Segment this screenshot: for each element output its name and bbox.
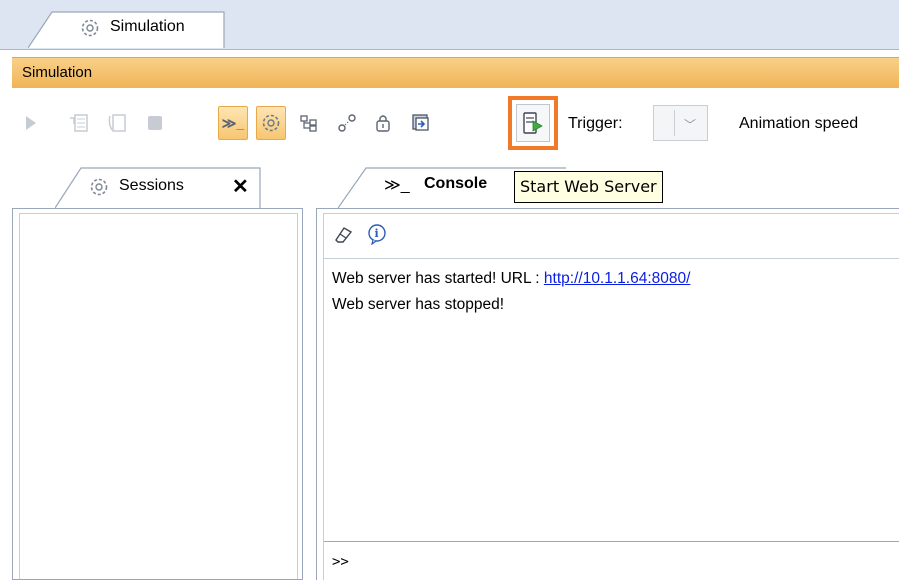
tab-label: Console [424, 175, 488, 192]
triggers-button[interactable] [368, 106, 398, 140]
sessions-tree[interactable] [19, 213, 298, 579]
simulation-gear-icon [81, 19, 99, 37]
step-over-icon [108, 114, 126, 132]
export-button[interactable] [406, 106, 436, 140]
breakpoints-button[interactable] [332, 106, 362, 140]
console-body: i Web server has started! URL : http://1… [323, 213, 899, 580]
start-web-server-button[interactable] [508, 96, 558, 150]
start-web-server-icon [523, 112, 543, 134]
sessions-panel [12, 208, 303, 580]
run-icon [26, 116, 36, 130]
editor-tab-strip: Simulation [0, 0, 899, 50]
sessions-toggle-button[interactable] [256, 106, 286, 140]
eraser-icon[interactable] [332, 224, 354, 244]
trigger-select[interactable]: ﹀ [653, 105, 708, 141]
panel-title: Simulation [22, 64, 93, 81]
step-into-button[interactable] [64, 106, 94, 140]
export-icon [412, 114, 429, 131]
sessions-icon [90, 178, 108, 196]
variables-icon [300, 115, 317, 132]
terminate-button[interactable] [140, 106, 170, 140]
server-url-link[interactable]: http://10.1.1.64:8080/ [544, 270, 691, 287]
console-input[interactable]: >> [324, 541, 899, 580]
console-line: Web server has started! URL : http://10.… [332, 270, 691, 287]
chevron-down-icon: ﹀ [684, 118, 697, 132]
console-icon: ≫_ [384, 177, 410, 194]
trigger-label: Trigger: [568, 115, 623, 132]
step-into-icon [70, 114, 88, 132]
console-line: Web server has stopped! [332, 296, 505, 313]
console-prompt: >> [332, 554, 349, 570]
info-icon[interactable]: i [366, 223, 388, 245]
console-output: Web server has started! URL : http://10.… [332, 266, 690, 318]
variables-button[interactable] [294, 106, 324, 140]
select-divider [674, 110, 675, 136]
simulation-toolbar: ≫_ Trigger: ﹀ Animation speed [12, 88, 899, 162]
close-icon[interactable]: ✕ [232, 174, 249, 199]
sessions-toggle-icon [262, 114, 280, 132]
console-panel: i Web server has started! URL : http://1… [316, 208, 899, 580]
tab-sessions[interactable]: Sessions ✕ [54, 166, 265, 213]
simulation-title-bar: Simulation [12, 57, 899, 88]
breakpoints-icon [338, 114, 356, 132]
animation-speed-label: Animation speed [739, 115, 859, 132]
console-toggle-icon: ≫_ [221, 114, 245, 131]
console-toggle-button[interactable]: ≫_ [218, 106, 248, 140]
run-button[interactable] [16, 106, 46, 140]
step-over-button[interactable] [102, 106, 132, 140]
console-toolbar: i [324, 214, 899, 259]
terminate-icon [148, 116, 162, 130]
triggers-icon [376, 115, 390, 132]
tab-label: Simulation [110, 18, 185, 35]
svg-text:i: i [375, 227, 379, 240]
tab-label: Sessions [119, 177, 184, 194]
tooltip: Start Web Server [514, 171, 663, 203]
